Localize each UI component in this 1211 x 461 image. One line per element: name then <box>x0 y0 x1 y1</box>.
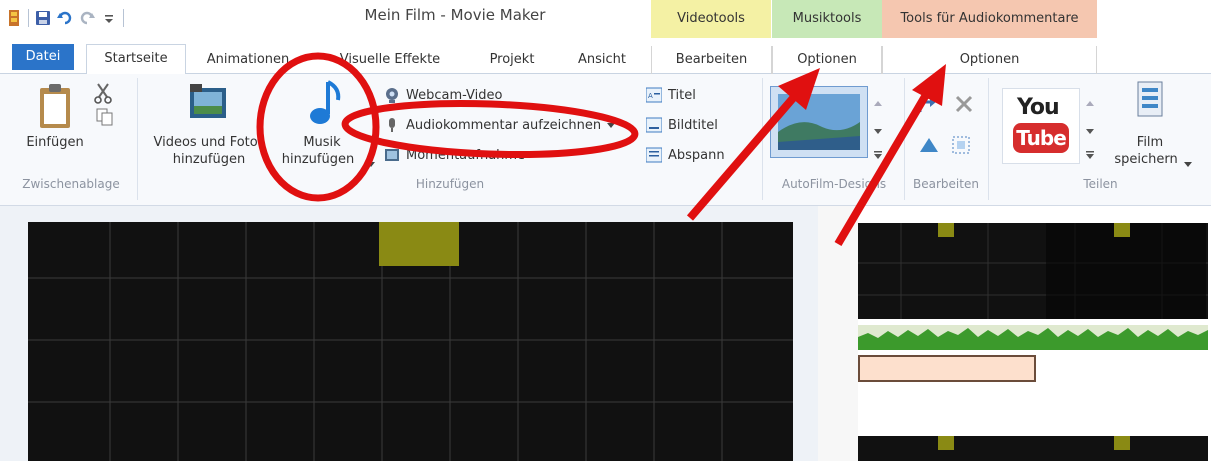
workspace <box>0 206 1211 461</box>
video-clip-thumbnail-2[interactable] <box>858 436 1208 461</box>
clip-2-grid <box>938 436 1130 450</box>
tab-visual-effects[interactable]: Visuelle Effekte <box>320 46 460 74</box>
add-music-label-line1[interactable]: Musik <box>272 134 372 151</box>
paste-icon[interactable] <box>36 82 76 135</box>
tab-video-edit[interactable]: Bearbeiten <box>651 46 772 74</box>
group-label-share: Teilen <box>1083 177 1118 191</box>
music-note-icon[interactable] <box>298 78 344 133</box>
tab-animations[interactable]: Animationen <box>200 46 296 74</box>
snapshot-icon <box>384 147 400 163</box>
video-clip-thumbnail[interactable] <box>858 223 1208 319</box>
narration-track[interactable] <box>858 355 1036 382</box>
group-label-edit: Bearbeiten <box>913 177 979 191</box>
group-divider <box>988 78 989 200</box>
add-videos-photos-icon[interactable] <box>188 82 228 125</box>
undo-icon[interactable] <box>57 10 73 26</box>
theme-scroll-down-icon[interactable] <box>874 124 882 138</box>
delete-icon[interactable] <box>954 94 974 117</box>
save-movie-label-line1[interactable]: Film <box>1110 134 1190 151</box>
paste-button-label[interactable]: Einfügen <box>20 134 90 151</box>
context-header-music-tools: Musiktools <box>772 0 882 38</box>
autofilm-theme-thumbnail[interactable] <box>769 85 869 161</box>
rotate-right-icon[interactable] <box>918 136 940 157</box>
title-button[interactable]: A Titel <box>645 84 696 106</box>
movie-maker-app-icon[interactable] <box>6 10 22 26</box>
tab-view[interactable]: Ansicht <box>568 46 636 74</box>
record-narration-button[interactable]: Audiokommentar aufzeichnen <box>384 114 616 136</box>
tab-project[interactable]: Projekt <box>478 46 546 74</box>
group-divider <box>137 78 138 200</box>
tab-home[interactable]: Startseite <box>86 44 186 75</box>
group-divider <box>762 78 763 200</box>
add-music-label-line2[interactable]: hinzufügen <box>270 151 366 168</box>
quick-access-toolbar <box>6 6 124 30</box>
context-header-narration-tools: Tools für Audiokommentare <box>882 0 1097 38</box>
tab-file[interactable]: Datei <box>12 44 74 70</box>
select-all-icon[interactable] <box>952 136 970 157</box>
share-scroll-up-icon[interactable] <box>1086 96 1094 110</box>
group-label-add: Hinzufügen <box>415 177 485 191</box>
theme-scroll-up-icon[interactable] <box>874 96 882 110</box>
credits-button[interactable]: Abspann <box>645 144 725 166</box>
toolbar-divider <box>123 9 124 27</box>
music-track[interactable] <box>858 325 1208 350</box>
rotate-left-icon[interactable] <box>916 94 938 119</box>
youtube-logo-bottom: Tube <box>1013 123 1069 153</box>
group-divider <box>904 78 905 200</box>
copy-icon[interactable] <box>96 108 114 129</box>
toolbar-divider <box>28 9 29 27</box>
credits-icon <box>645 147 663 163</box>
clip-grid <box>858 223 1208 319</box>
caption-label: Bildtitel <box>668 117 718 133</box>
title-bar: Mein Film - Movie Maker Videotools Musik… <box>0 0 1211 38</box>
window-title: Mein Film - Movie Maker <box>364 6 546 24</box>
theme-gallery-expand-icon[interactable] <box>874 148 882 162</box>
caption-button[interactable]: Bildtitel <box>645 114 718 136</box>
microphone-icon <box>384 117 400 133</box>
snapshot-label: Momentaufnahme <box>406 147 526 163</box>
webcam-video-label: Webcam-Video <box>406 87 503 103</box>
title-label: Titel <box>668 87 696 103</box>
save-movie-label-line2[interactable]: speichern <box>1106 151 1186 168</box>
tab-music-options[interactable]: Optionen <box>772 46 882 74</box>
webcam-icon <box>384 87 400 103</box>
snapshot-button[interactable]: Momentaufnahme <box>384 144 525 166</box>
save-movie-dropdown-icon[interactable] <box>1184 157 1192 171</box>
share-scroll-down-icon[interactable] <box>1086 124 1094 138</box>
add-videos-label-line2[interactable]: hinzufügen <box>144 151 274 168</box>
share-gallery-expand-icon[interactable] <box>1086 148 1094 162</box>
credits-label: Abspann <box>668 147 725 163</box>
caption-icon <box>645 117 663 133</box>
video-preview[interactable] <box>28 222 793 461</box>
add-videos-label-line1[interactable]: Videos und Fotos <box>144 134 274 151</box>
youtube-share-button[interactable]: You Tube <box>1002 88 1080 164</box>
ribbon: Einfügen Zwischenablage Videos und Fotos… <box>0 74 1211 206</box>
chevron-down-icon <box>607 118 616 133</box>
group-label-clipboard: Zwischenablage <box>22 177 120 191</box>
save-icon[interactable] <box>35 10 51 26</box>
preview-grid <box>28 222 793 461</box>
group-label-autofilm-themes: AutoFilm-Designs <box>781 177 887 191</box>
redo-icon[interactable] <box>79 10 95 26</box>
customize-toolbar-icon[interactable] <box>101 10 117 26</box>
music-waveform <box>858 328 1208 350</box>
cut-icon[interactable] <box>94 82 112 107</box>
webcam-video-button[interactable]: Webcam-Video <box>384 84 502 106</box>
storyboard-margin <box>818 206 858 461</box>
youtube-logo-top: You <box>1017 95 1060 120</box>
record-narration-label: Audiokommentar aufzeichnen <box>406 117 602 133</box>
add-music-dropdown-icon[interactable] <box>367 157 375 171</box>
tab-narration-options[interactable]: Optionen <box>882 46 1097 74</box>
svg-text:A: A <box>648 92 653 100</box>
preview-yellow-block <box>379 222 459 266</box>
ribbon-tab-bar: Datei Startseite Animationen Visuelle Ef… <box>0 38 1211 75</box>
save-movie-icon[interactable] <box>1136 80 1166 123</box>
context-header-video-tools: Videotools <box>651 0 771 38</box>
title-icon: A <box>645 87 663 103</box>
